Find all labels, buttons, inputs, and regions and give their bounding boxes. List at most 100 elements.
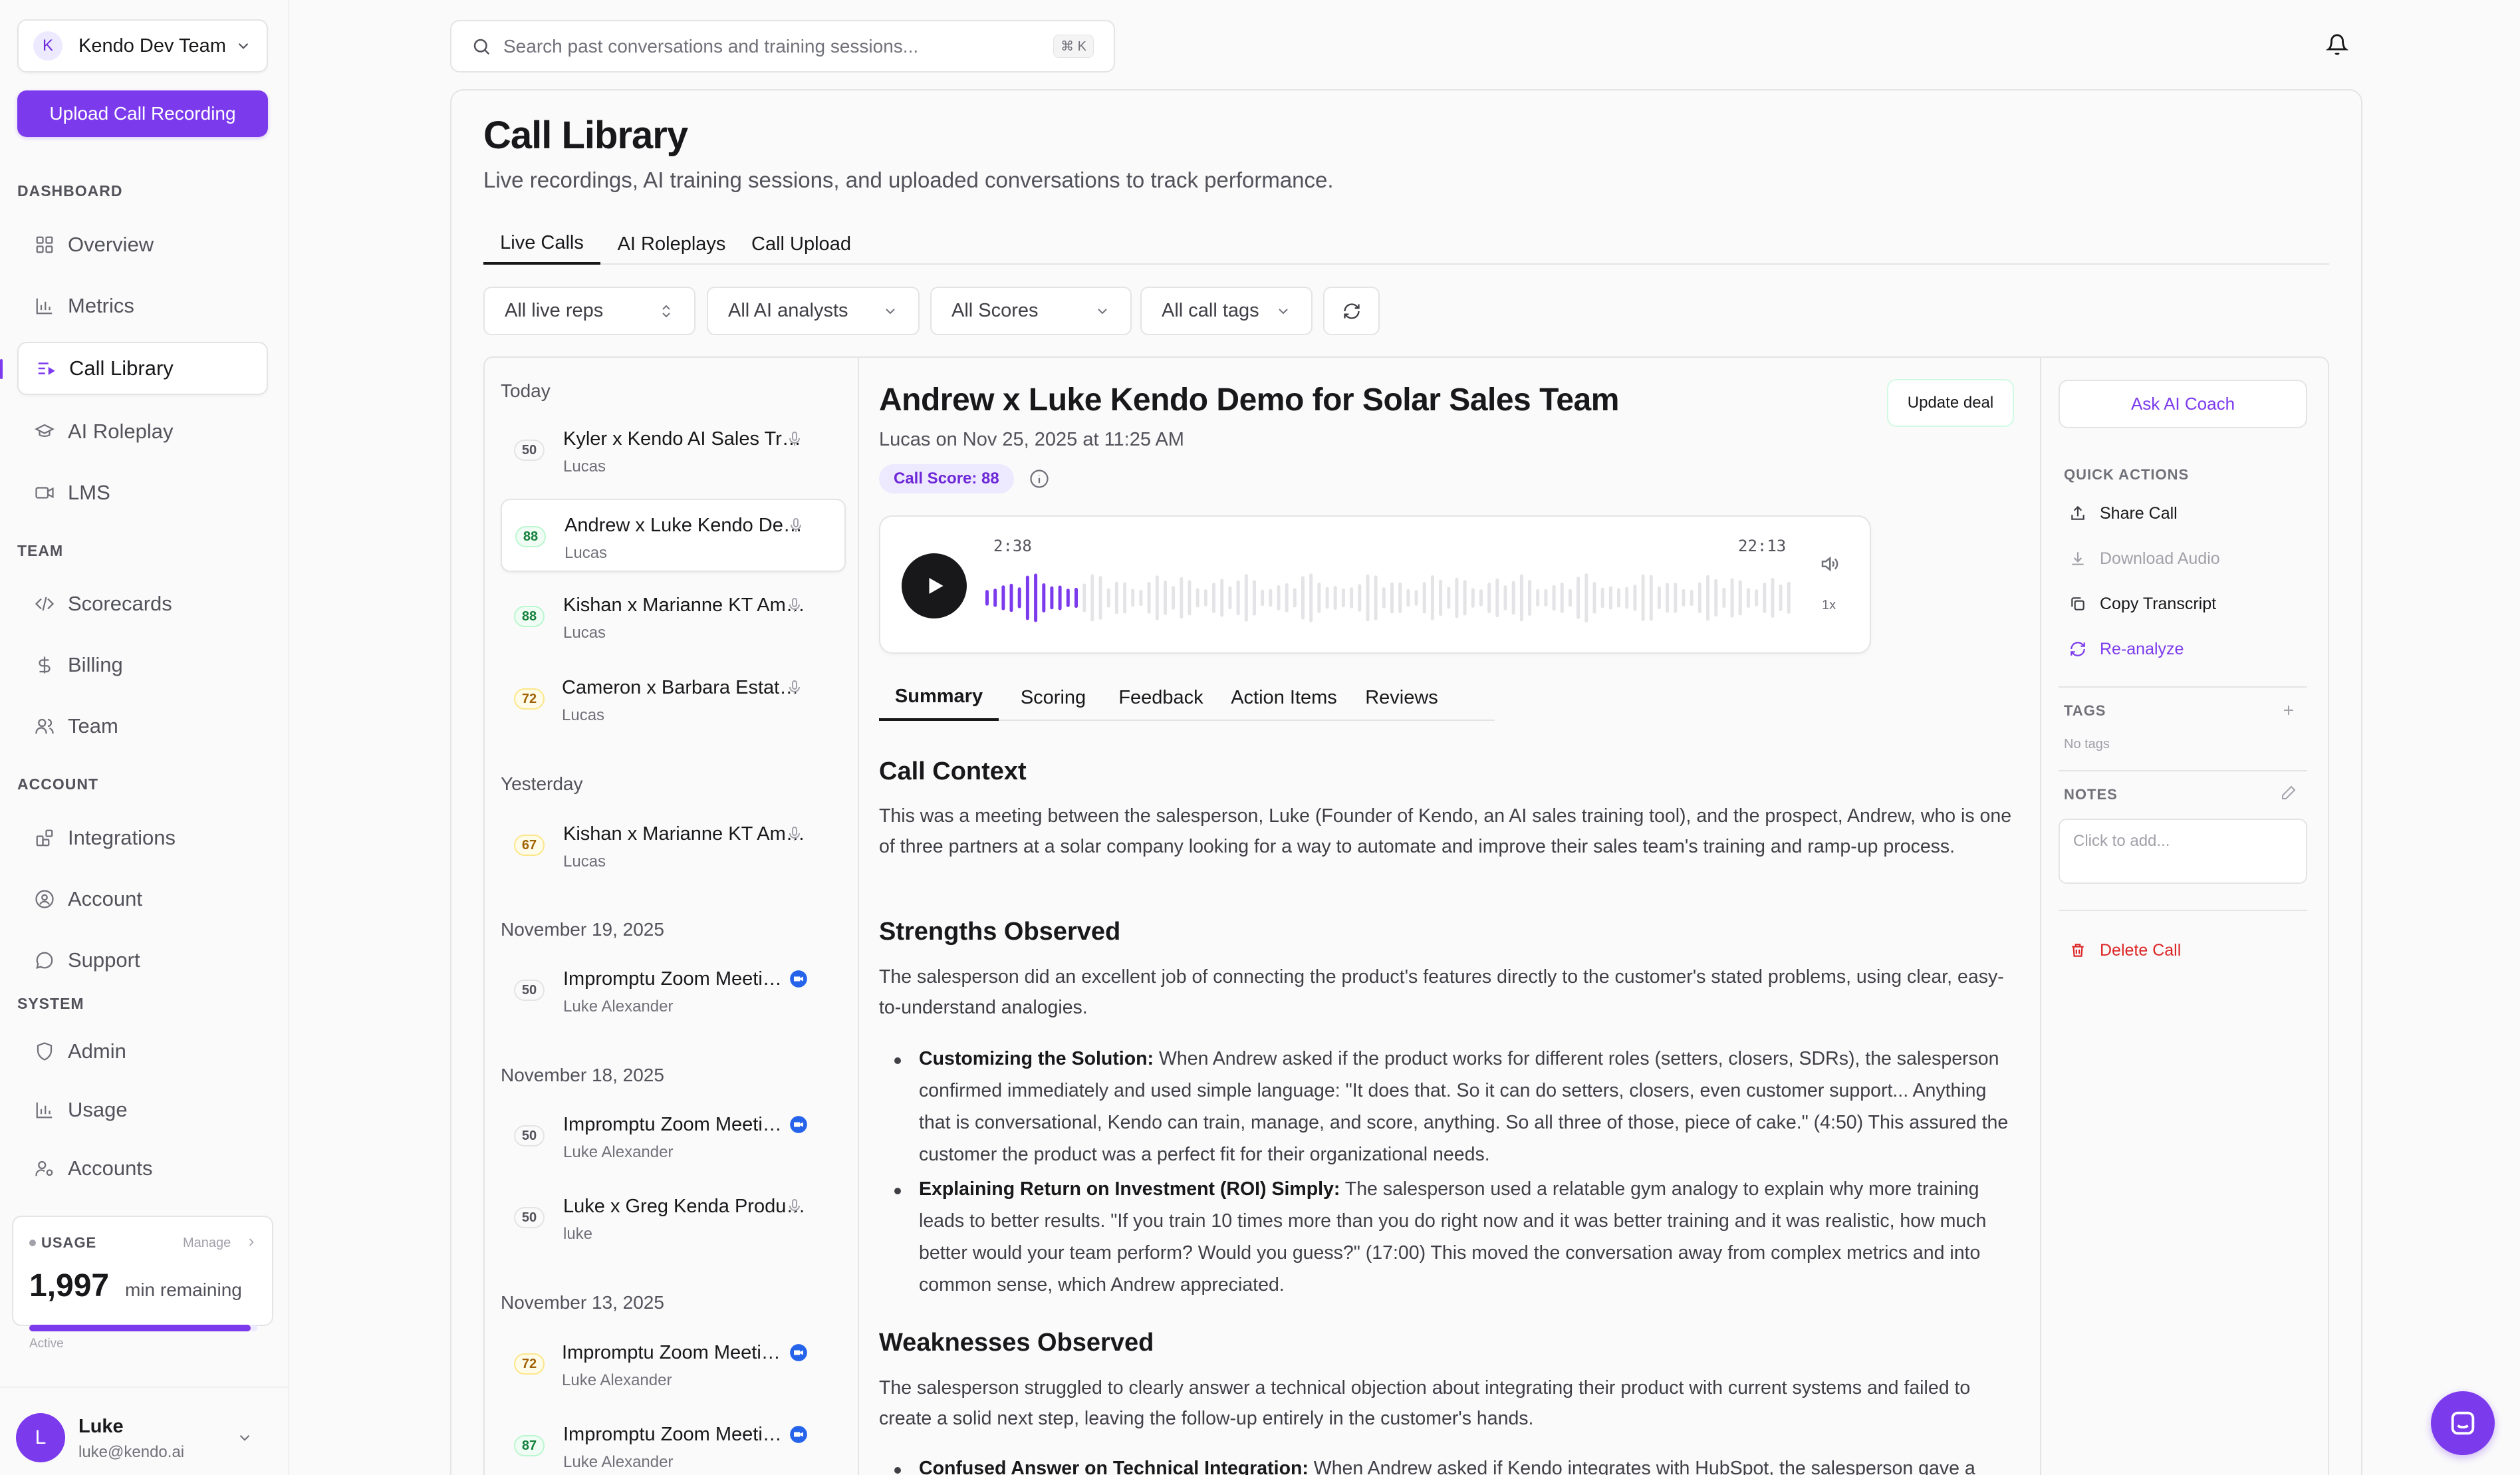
section-heading: Strengths Observed [879, 918, 1121, 946]
sidebar-item-team[interactable]: Team [17, 700, 268, 753]
filter-value: All live reps [505, 300, 604, 321]
sidebar-item-support[interactable]: Support [17, 934, 268, 987]
call-list-item[interactable]: 88 Kishan x Marianne KT Amazon Lucas [501, 580, 846, 653]
tab-summary[interactable]: Summary [879, 674, 999, 721]
call-list-item-selected[interactable]: 88 Andrew x Luke Kendo Demo for Solar Sa… [501, 499, 846, 572]
sidebar-item-overview[interactable]: Overview [17, 218, 268, 271]
page-tabs: Live Calls AI Roleplays Call Upload [483, 223, 2329, 265]
sidebar-item-call-library[interactable]: Call Library [17, 342, 268, 395]
tab-call-upload[interactable]: Call Upload [740, 223, 862, 265]
tab-reviews[interactable]: Reviews [1354, 674, 1449, 721]
score-badge: 87 [514, 1435, 545, 1456]
action-label: Copy Transcript [2100, 594, 2217, 613]
call-list-item[interactable]: 50 Impromptu Zoom Meeting Luke Alexander [501, 954, 846, 1027]
tags-label: TAGS [2064, 702, 2106, 719]
waveform-bar [1082, 583, 1086, 612]
sidebar-item-admin[interactable]: Admin [17, 1025, 268, 1078]
sidebar-item-label: Overview [68, 233, 154, 256]
waveform-bar [1657, 586, 1661, 610]
call-list-item[interactable]: 72 Impromptu Zoom Meeting Luke Alexander [501, 1327, 846, 1401]
call-list-item[interactable]: 67 Kishan x Marianne KT Amazon Lucas [501, 809, 846, 882]
filter-analysts-select[interactable]: All AI analysts [707, 287, 920, 335]
waveform-bar [1220, 579, 1224, 617]
plus-icon[interactable] [2281, 702, 2297, 718]
share-call-button[interactable]: Share Call [2068, 500, 2178, 527]
re-analyze-button[interactable]: Re-analyze [2068, 636, 2184, 662]
pencil-icon[interactable] [2281, 785, 2297, 801]
refresh-icon [1342, 302, 1361, 321]
sidebar-item-label: Usage [68, 1098, 128, 1121]
call-owner: Luke Alexander [563, 1143, 674, 1161]
usage-manage-link[interactable]: Manage [183, 1236, 231, 1251]
chat-launcher-button[interactable] [2431, 1391, 2495, 1455]
microphone-icon [787, 680, 803, 696]
sidebar-item-billing[interactable]: Billing [17, 638, 268, 692]
bell-icon[interactable] [2326, 33, 2348, 56]
call-list-item[interactable]: 50 Luke x Greg Kenda Product Demo luke [501, 1181, 846, 1254]
playback-speed[interactable]: 1x [1822, 598, 1836, 613]
sidebar-item-account[interactable]: Account [17, 872, 268, 926]
sidebar-item-lms[interactable]: LMS [17, 466, 268, 519]
notes-label: NOTES [2064, 786, 2118, 803]
call-owner: Lucas [563, 458, 606, 475]
filter-scores-select[interactable]: All Scores [930, 287, 1132, 335]
refresh-button[interactable] [1323, 287, 1380, 335]
waveform-bar [1536, 589, 1540, 606]
tab-ai-roleplays[interactable]: AI Roleplays [614, 223, 729, 265]
sidebar-item-accounts[interactable]: Accounts [17, 1142, 268, 1195]
zoom-icon [789, 1425, 808, 1444]
filter-reps-select[interactable]: All live reps [483, 287, 695, 335]
nav-section-account: ACCOUNT [17, 775, 98, 793]
score-badge: 88 [515, 526, 546, 547]
filter-tags-select[interactable]: All call tags [1140, 287, 1313, 335]
waveform-bar [1447, 587, 1451, 609]
date-group-header: Today [501, 380, 551, 401]
call-list-item[interactable]: 50 Kyler x Kendo AI Sales Training Lucas [501, 414, 846, 487]
call-list-item[interactable]: 50 Impromptu Zoom Meeting Luke Alexander [501, 1099, 846, 1172]
volume-icon[interactable] [1819, 554, 1839, 574]
tab-live-calls[interactable]: Live Calls [483, 223, 600, 265]
waveform-bar [1771, 578, 1775, 618]
tab-feedback[interactable]: Feedback [1108, 674, 1214, 721]
call-title: Impromptu Zoom Meeting [563, 1424, 783, 1445]
search-input[interactable]: Search past conversations and training s… [450, 20, 1115, 72]
chevron-down-icon [882, 303, 898, 319]
waveform-bar [1584, 573, 1588, 622]
download-audio-button[interactable]: Download Audio [2068, 545, 2220, 572]
search-placeholder: Search past conversations and training s… [503, 35, 919, 57]
waveform-bar [1787, 582, 1791, 614]
notes-field[interactable]: Click to add... [2059, 819, 2307, 884]
waveform-bar [1398, 582, 1402, 613]
sidebar-item-metrics[interactable]: Metrics [17, 279, 268, 333]
call-list-item[interactable]: 72 Cameron x Barbara Estate Planning Luc… [501, 662, 846, 736]
team-switcher[interactable]: K Kendo Dev Team [17, 19, 268, 72]
update-deal-button[interactable]: Update deal [1887, 379, 2014, 427]
bullet-title: Customizing the Solution: [919, 1048, 1154, 1069]
delete-call-button[interactable]: Delete Call [2068, 937, 2181, 964]
grid-icon [33, 233, 56, 256]
waveform-bar [1180, 577, 1184, 619]
tab-scoring[interactable]: Scoring [1005, 674, 1101, 721]
usage-status: Active [29, 1337, 64, 1351]
waveform-bar [1714, 579, 1718, 617]
sidebar-item-ai-roleplay[interactable]: AI Roleplay [17, 405, 268, 458]
call-list-item[interactable]: 87 Impromptu Zoom Meeting Luke Alexander [501, 1409, 846, 1475]
sidebar-item-scorecards[interactable]: Scorecards [17, 577, 268, 630]
sidebar-item-integrations[interactable]: Integrations [17, 811, 268, 865]
sidebar-item-usage[interactable]: Usage [17, 1083, 268, 1137]
sidebar-item-label: AI Roleplay [68, 420, 174, 443]
info-icon[interactable] [1029, 469, 1049, 489]
detail-tabs: Summary Scoring Feedback Action Items Re… [879, 674, 1495, 721]
microphone-icon [788, 517, 804, 533]
play-button[interactable] [902, 553, 967, 618]
blocks-icon [33, 827, 56, 849]
call-title: Impromptu Zoom Meeting [562, 1342, 781, 1363]
waveform[interactable] [985, 570, 1795, 626]
ask-ai-coach-button[interactable]: Ask AI Coach [2059, 380, 2307, 428]
microphone-icon [787, 1198, 803, 1214]
tab-action-items[interactable]: Action Items [1221, 674, 1347, 721]
copy-transcript-button[interactable]: Copy Transcript [2068, 591, 2216, 617]
upload-call-recording-button[interactable]: Upload Call Recording [17, 90, 268, 137]
usage-card: USAGE Manage 1,997 min remaining Active [12, 1216, 273, 1351]
user-menu[interactable]: L Luke luke@kendo.ai [0, 1387, 289, 1475]
